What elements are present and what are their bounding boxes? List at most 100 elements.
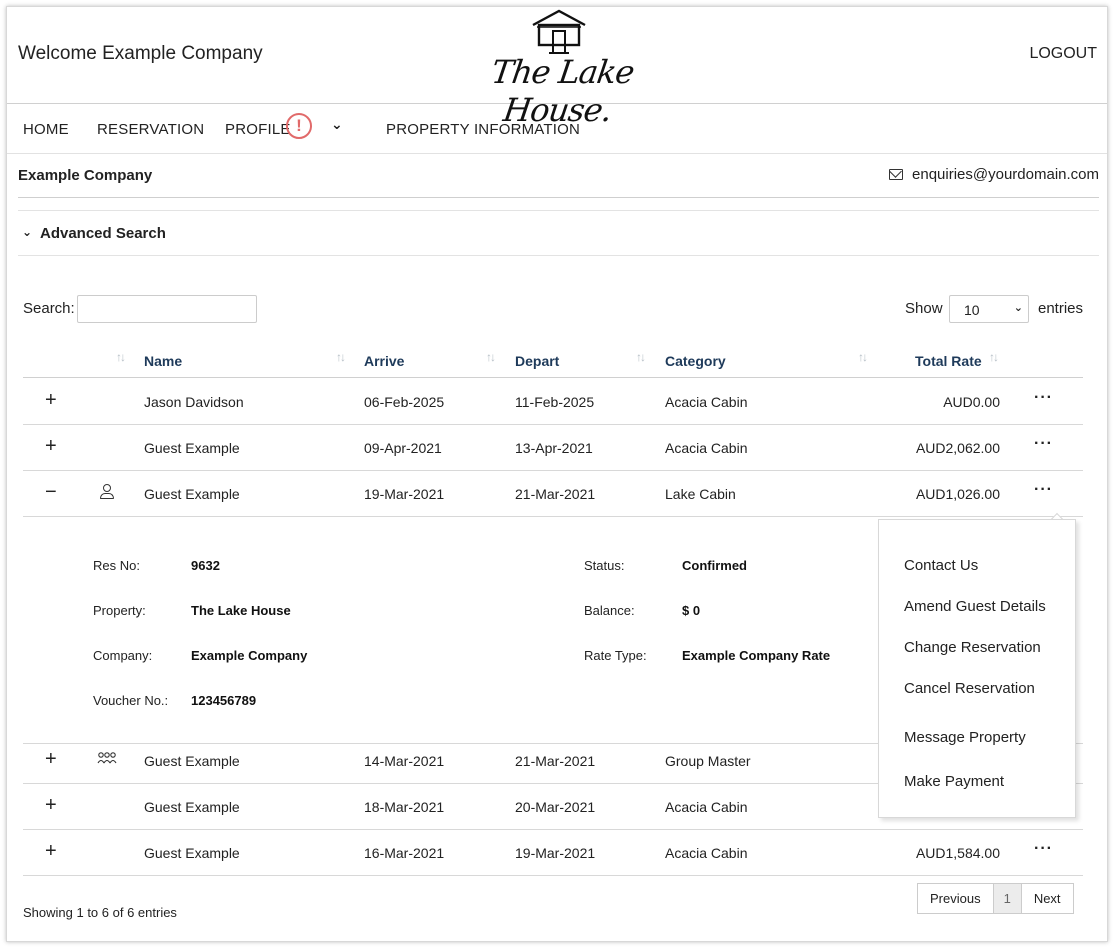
table-info: Showing 1 to 6 of 6 entries xyxy=(23,905,177,920)
company-label: Company: xyxy=(93,648,153,663)
brand-logo: The Lake House. xyxy=(475,9,645,129)
more-options-icon[interactable]: ··· xyxy=(1034,481,1053,499)
menu-amend-guest-details[interactable]: Amend Guest Details xyxy=(904,598,1046,615)
house-logo-icon xyxy=(532,9,586,54)
category: Group Master xyxy=(665,753,751,769)
status-label: Status: xyxy=(584,558,625,573)
voucher-value: 123456789 xyxy=(191,693,257,708)
group-icon xyxy=(97,752,117,769)
more-options-icon[interactable]: ··· xyxy=(1034,840,1053,858)
email-link[interactable]: enquiries@yourdomain.com xyxy=(889,166,1099,183)
nav-home[interactable]: HOME xyxy=(23,121,69,138)
nav-reservation[interactable]: RESERVATION xyxy=(97,121,204,138)
sort-icon[interactable]: ↑↓ xyxy=(116,350,126,364)
mail-icon xyxy=(889,169,904,180)
more-options-icon[interactable]: ··· xyxy=(1034,435,1053,453)
category: Acacia Cabin xyxy=(665,799,748,815)
previous-button[interactable]: Previous xyxy=(918,884,994,913)
collapse-icon[interactable]: − xyxy=(45,482,57,502)
sort-icon[interactable]: ↑↓ xyxy=(636,350,646,364)
next-button[interactable]: Next xyxy=(1022,884,1073,913)
sort-icon[interactable]: ↑↓ xyxy=(336,350,346,364)
arrive-date: 06-Feb-2025 xyxy=(364,394,445,410)
depart-date: 21-Mar-2021 xyxy=(515,486,596,502)
arrive-date: 14-Mar-2021 xyxy=(364,753,445,769)
guest-name: Guest Example xyxy=(144,753,240,769)
expand-icon[interactable]: + xyxy=(45,795,57,815)
depart-date: 11-Feb-2025 xyxy=(515,394,595,410)
chevron-down-icon: ⌄ xyxy=(1013,302,1023,314)
entries-select[interactable]: 10 ⌄ xyxy=(949,295,1029,323)
top-header: Welcome Example Company The Lake House. … xyxy=(7,7,1107,129)
nav-profile[interactable]: PROFILE xyxy=(225,121,291,138)
show-label: Show xyxy=(905,300,943,317)
more-options-icon[interactable]: ··· xyxy=(1034,389,1053,407)
menu-change-reservation[interactable]: Change Reservation xyxy=(904,639,1041,656)
email-text: enquiries@yourdomain.com xyxy=(912,166,1099,183)
menu-message-property[interactable]: Message Property xyxy=(904,729,1026,746)
table-row[interactable]: + Jason Davidson 06-Feb-2025 11-Feb-2025… xyxy=(23,379,1083,425)
col-total-rate[interactable]: Total Rate xyxy=(915,353,982,369)
table-header: ↑↓ Name ↑↓ Arrive ↑↓ Depart ↑↓ Category … xyxy=(23,340,1083,378)
expand-icon[interactable]: + xyxy=(45,749,57,769)
guest-name: Guest Example xyxy=(144,440,240,456)
arrive-date: 09-Apr-2021 xyxy=(364,440,442,456)
guest-name: Guest Example xyxy=(144,799,240,815)
category: Acacia Cabin xyxy=(665,440,748,456)
company-value: Example Company xyxy=(191,648,308,663)
col-category[interactable]: Category xyxy=(665,353,726,369)
col-name[interactable]: Name xyxy=(144,353,182,369)
sort-icon[interactable]: ↑↓ xyxy=(858,350,868,364)
category: Acacia Cabin xyxy=(665,394,748,410)
expand-icon[interactable]: + xyxy=(45,436,57,456)
table-row[interactable]: + Guest Example 09-Apr-2021 13-Apr-2021 … xyxy=(23,425,1083,471)
advanced-search-toggle[interactable]: ⌄ Advanced Search xyxy=(18,210,1099,256)
arrive-date: 18-Mar-2021 xyxy=(364,799,445,815)
logout-link[interactable]: LOGOUT xyxy=(1029,45,1097,63)
col-depart[interactable]: Depart xyxy=(515,353,559,369)
search-label: Search: xyxy=(23,300,75,317)
nav-property-information[interactable]: PROPERTY INFORMATION xyxy=(386,121,580,138)
balance-label: Balance: xyxy=(584,603,635,618)
total-rate: AUD0.00 xyxy=(943,394,1000,410)
arrive-date: 19-Mar-2021 xyxy=(364,486,445,502)
category: Lake Cabin xyxy=(665,486,736,502)
arrive-date: 16-Mar-2021 xyxy=(364,845,445,861)
chevron-down-icon: ⌄ xyxy=(22,225,33,239)
sort-icon[interactable]: ↑↓ xyxy=(989,350,999,364)
menu-make-payment[interactable]: Make Payment xyxy=(904,773,1004,790)
guest-name: Guest Example xyxy=(144,845,240,861)
table-row[interactable]: + Guest Example 16-Mar-2021 19-Mar-2021 … xyxy=(23,830,1083,876)
company-name: Example Company xyxy=(18,167,153,184)
table-row-expanded[interactable]: − Guest Example 19-Mar-2021 21-Mar-2021 … xyxy=(23,471,1083,517)
profile-chevron-down-icon[interactable]: ⌄ xyxy=(331,116,343,133)
expand-icon[interactable]: + xyxy=(45,841,57,861)
total-rate: AUD1,026.00 xyxy=(915,486,1000,502)
property-label: Property: xyxy=(93,603,146,618)
expand-icon[interactable]: + xyxy=(45,390,57,410)
balance-value: $ 0 xyxy=(682,603,701,618)
person-icon xyxy=(100,484,114,500)
rate-type-value: Example Company Rate xyxy=(682,648,831,663)
page-1-button[interactable]: 1 xyxy=(993,884,1022,913)
search-input[interactable] xyxy=(77,295,257,323)
menu-contact-us[interactable]: Contact Us xyxy=(904,557,978,574)
voucher-label: Voucher No.: xyxy=(93,693,169,708)
menu-cancel-reservation[interactable]: Cancel Reservation xyxy=(904,680,1035,697)
welcome-text: Welcome Example Company xyxy=(18,43,263,64)
sort-icon[interactable]: ↑↓ xyxy=(486,350,496,364)
advanced-search-label[interactable]: Advanced Search xyxy=(40,225,166,242)
guest-name: Jason Davidson xyxy=(144,394,244,410)
entries-label: entries xyxy=(1038,300,1084,317)
company-bar: Example Company enquiries@yourdomain.com xyxy=(18,154,1099,198)
depart-date: 19-Mar-2021 xyxy=(515,845,596,861)
main-nav: HOME RESERVATION PROFILE ! ⌄ PROPERTY IN… xyxy=(7,104,1107,154)
depart-date: 21-Mar-2021 xyxy=(515,753,596,769)
guest-name: Guest Example xyxy=(144,486,240,502)
profile-alert-icon: ! xyxy=(286,113,312,139)
pagination: Previous 1 Next xyxy=(917,883,1074,914)
col-arrive[interactable]: Arrive xyxy=(364,353,404,369)
app-window: Welcome Example Company The Lake House. … xyxy=(6,6,1108,942)
entries-select-value: 10 xyxy=(964,302,980,318)
rate-type-label: Rate Type: xyxy=(584,648,647,663)
